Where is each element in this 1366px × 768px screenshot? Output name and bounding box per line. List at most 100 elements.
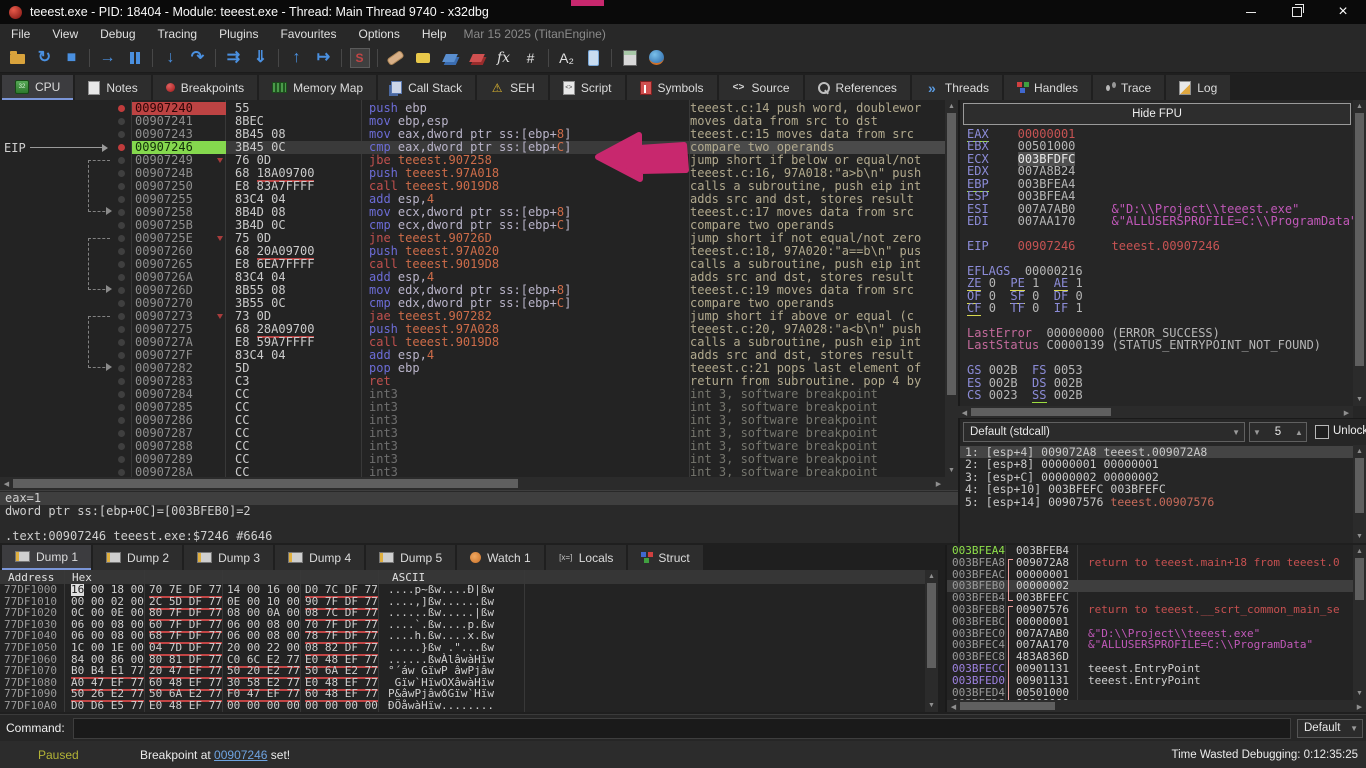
stack-row[interactable]: 003BFEC0 007A7AB0 &"D:\\Project\\teeest.ex… bbox=[947, 627, 1353, 640]
stack-row[interactable]: 003BFEAC 00000001 bbox=[947, 568, 1353, 581]
scroll-right-arrow[interactable]: ▶ bbox=[1353, 700, 1366, 713]
open-file-button[interactable] bbox=[4, 45, 31, 71]
menu-view[interactable]: View bbox=[41, 24, 89, 43]
menu-options[interactable]: Options bbox=[347, 24, 410, 43]
comment-button[interactable] bbox=[409, 45, 436, 71]
stack-row[interactable]: 003BFED0 00901131 teeest.EntryPoint bbox=[947, 674, 1353, 687]
skip-button[interactable] bbox=[346, 45, 373, 71]
stack-vertical-scrollbar[interactable]: ▲ ▼ bbox=[1353, 545, 1366, 700]
arguments-vertical-scrollbar[interactable]: ▲ ▼ bbox=[1353, 445, 1366, 543]
disasm-vertical-scrollbar[interactable]: ▲ ▼ bbox=[945, 100, 958, 477]
stack-row[interactable]: 003BFECC 00901131 teeest.EntryPoint bbox=[947, 663, 1353, 675]
register-line[interactable]: EDI 007AA170 &"ALLUSERSPROFILE=C:\\Progr… bbox=[967, 215, 1357, 227]
registers-vertical-scrollbar[interactable]: ▲ ▼ bbox=[1353, 100, 1366, 406]
tab-source[interactable]: Source bbox=[718, 75, 803, 100]
tab-watch-1[interactable]: Watch 1 bbox=[457, 545, 544, 570]
tab-dump-5[interactable]: Dump 5 bbox=[366, 545, 456, 570]
scroll-down-arrow[interactable]: ▼ bbox=[925, 699, 938, 712]
stack-row[interactable]: 003BFED4 00501000 bbox=[947, 686, 1353, 699]
patch-button[interactable] bbox=[382, 45, 409, 71]
tab-references[interactable]: References bbox=[804, 75, 910, 100]
tab-memory-map[interactable]: Memory Map bbox=[259, 75, 377, 100]
menu-help[interactable]: Help bbox=[411, 24, 458, 43]
disasm-horizontal-scrollbar[interactable]: ◀ ▶ bbox=[0, 477, 945, 490]
breakpoint-dot[interactable] bbox=[117, 144, 125, 151]
tab-script[interactable]: Script bbox=[549, 75, 625, 100]
register-line[interactable]: EBX 00501000 bbox=[967, 140, 1352, 152]
tab-trace[interactable]: Trace bbox=[1092, 75, 1165, 100]
restart-button[interactable]: ↻ bbox=[31, 45, 58, 71]
registers-horizontal-scrollbar[interactable]: ◀ ▶ bbox=[958, 406, 1353, 418]
register-line[interactable]: EIP 00907246 teeest.00907246 bbox=[967, 240, 1352, 252]
globe-button[interactable] bbox=[643, 45, 670, 71]
scroll-down-arrow[interactable]: ▼ bbox=[1353, 393, 1366, 406]
pause-button[interactable] bbox=[121, 45, 148, 71]
tab-call-stack[interactable]: Call Stack bbox=[378, 75, 476, 100]
scrollbar-thumb[interactable] bbox=[1355, 558, 1364, 600]
tab-log[interactable]: Log bbox=[1166, 75, 1231, 100]
dump-row[interactable]: 77DF1070 B0 B4 E1 77 20 47 EF 77 50 20 E2 7… bbox=[0, 664, 925, 680]
stack-row[interactable]: 003BFEB8 00907576 return to teeest.__scrt_… bbox=[947, 604, 1353, 616]
disasm-row[interactable]: 0090728A CC int3 int 3, software breakpoint bbox=[0, 466, 945, 477]
argument-row[interactable]: 5: [esp+14] 00907576 teeest.00907576 bbox=[960, 495, 1353, 508]
tab-cpu[interactable]: CPU bbox=[2, 75, 74, 100]
tab-notes[interactable]: Notes bbox=[75, 75, 151, 100]
menu-file[interactable]: File bbox=[0, 24, 41, 43]
scroll-down-arrow[interactable]: ▼ bbox=[945, 464, 958, 477]
step-out-button[interactable]: ⇓ bbox=[247, 45, 274, 71]
register-line[interactable]: CF 0 TF 0 IF 1 bbox=[967, 301, 1352, 317]
menu-plugins[interactable]: Plugins bbox=[208, 24, 269, 43]
tab-threads[interactable]: Threads bbox=[911, 75, 1002, 100]
close-button[interactable]: × bbox=[1320, 0, 1366, 24]
stack-row[interactable]: 003BFEA8 009072A8 return to teeest.main+18… bbox=[947, 556, 1353, 569]
argument-count-stepper[interactable]: ▼ 5 ▲ bbox=[1249, 422, 1307, 442]
hide-fpu-button[interactable]: Hide FPU bbox=[963, 103, 1351, 125]
minimize-button[interactable] bbox=[1228, 0, 1274, 24]
scroll-up-arrow[interactable]: ▲ bbox=[1353, 545, 1366, 558]
scroll-down-arrow[interactable]: ▼ bbox=[1353, 530, 1366, 543]
scrollbar-thumb[interactable] bbox=[13, 479, 518, 488]
stack-horizontal-scrollbar[interactable]: ◀ ▶ bbox=[947, 700, 1366, 712]
bookmark-button[interactable] bbox=[463, 45, 490, 71]
scroll-left-arrow[interactable]: ◀ bbox=[0, 477, 13, 490]
scroll-right-arrow[interactable]: ▶ bbox=[932, 477, 945, 490]
stack-row[interactable]: 003BFEC8 483A836D bbox=[947, 651, 1353, 663]
stack-rows[interactable]: 003BFEA4 003BFEB4 003BFEA8 009072A8 return t… bbox=[947, 545, 1353, 700]
calling-convention-select[interactable]: Default (stdcall) ▼ bbox=[963, 422, 1245, 442]
trace-over-button[interactable]: ⇉ bbox=[220, 45, 247, 71]
execute-till-return-button[interactable]: ↑ bbox=[283, 45, 310, 71]
command-input[interactable] bbox=[72, 717, 1291, 739]
stack-row[interactable]: 003BFEC4 007AA170 &"ALLUSERSPROFILE=C:\\Pr… bbox=[947, 639, 1353, 652]
stack-row[interactable]: 003BFEB4 003BFEFC bbox=[947, 592, 1353, 604]
run-button[interactable]: → bbox=[94, 45, 121, 71]
scrollbar-thumb[interactable] bbox=[1355, 113, 1364, 366]
command-script-select[interactable]: Default ▼ bbox=[1297, 718, 1363, 738]
scroll-up-arrow[interactable]: ▲ bbox=[1353, 445, 1366, 458]
stack-row[interactable]: 003BFEA4 003BFEB4 bbox=[947, 545, 1353, 557]
scrollbar-thumb[interactable] bbox=[927, 583, 936, 668]
step-over-button[interactable]: ↷ bbox=[184, 45, 211, 71]
scroll-up-arrow[interactable]: ▲ bbox=[925, 570, 938, 583]
tab-dump-2[interactable]: Dump 2 bbox=[93, 545, 183, 570]
tab-locals[interactable]: Locals bbox=[545, 545, 627, 570]
menu-tracing[interactable]: Tracing bbox=[147, 24, 209, 43]
scrollbar-thumb[interactable] bbox=[1355, 458, 1364, 513]
breakpoint-address-link[interactable]: 00907246 bbox=[214, 748, 267, 762]
scroll-up-arrow[interactable]: ▲ bbox=[1353, 100, 1366, 113]
scrollbar-thumb[interactable] bbox=[971, 408, 1111, 416]
stack-row[interactable]: 003BFEB0 00000002 bbox=[947, 580, 1353, 593]
register-line[interactable]: LastStatus C0000139 (STATUS_ENTRYPOINT_N… bbox=[967, 339, 1352, 351]
restore-button[interactable] bbox=[1274, 0, 1320, 24]
stop-button[interactable]: ■ bbox=[58, 45, 85, 71]
tab-dump-3[interactable]: Dump 3 bbox=[184, 545, 274, 570]
scroll-up-arrow[interactable]: ▲ bbox=[945, 100, 958, 113]
tab-seh[interactable]: SEH bbox=[477, 75, 548, 100]
tab-struct[interactable]: Struct bbox=[628, 545, 703, 570]
tab-dump-1[interactable]: Dump 1 bbox=[2, 545, 92, 570]
dump-rows[interactable]: 77DF1000 16 00 18 00 70 7E DF 77 14 00 16 0… bbox=[0, 584, 925, 712]
menu-favourites[interactable]: Favourites bbox=[269, 24, 347, 43]
stack-row[interactable]: 003BFEBC 00000001 bbox=[947, 615, 1353, 628]
register-line[interactable]: CS 0023 SS 002B bbox=[967, 388, 1352, 404]
menu-debug[interactable]: Debug bbox=[89, 24, 146, 43]
scrollbar-thumb[interactable] bbox=[947, 113, 956, 395]
